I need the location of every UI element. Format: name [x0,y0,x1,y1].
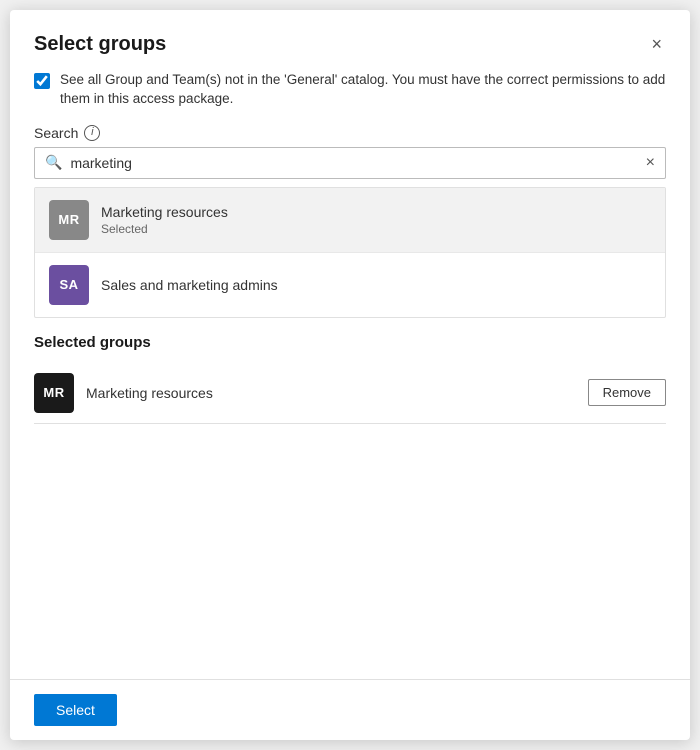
remove-button-mr[interactable]: Remove [588,379,666,406]
select-groups-dialog: Select groups × See all Group and Team(s… [10,10,690,740]
dialog-body: See all Group and Team(s) not in the 'Ge… [10,71,690,679]
search-input[interactable] [70,155,637,171]
clear-icon: × [646,154,655,172]
see-all-groups-label: See all Group and Team(s) not in the 'Ge… [60,71,666,109]
info-icon[interactable]: i [84,125,100,141]
search-label: Search [34,125,78,141]
avatar-mr: MR [49,200,89,240]
dialog-footer: Select [10,679,690,740]
selected-groups-section: Selected groups MR Marketing resources R… [34,334,666,679]
close-icon: × [651,34,662,55]
search-label-row: Search i [34,125,666,141]
result-status-mr: Selected [101,222,228,236]
result-info-mr: Marketing resources Selected [101,204,228,236]
dialog-title: Select groups [34,33,166,56]
result-item-marketing-resources[interactable]: MR Marketing resources Selected [35,188,665,253]
result-info-sa: Sales and marketing admins [101,277,278,293]
result-name-sa: Sales and marketing admins [101,277,278,293]
selected-group-item-mr: MR Marketing resources Remove [34,363,666,424]
search-box: 🔍 × [34,147,666,179]
see-all-groups-row: See all Group and Team(s) not in the 'Ge… [34,71,666,109]
select-button[interactable]: Select [34,694,117,726]
dialog-header: Select groups × [10,10,690,71]
result-item-sales-marketing-admins[interactable]: SA Sales and marketing admins [35,253,665,317]
search-icon: 🔍 [45,154,62,171]
clear-search-button[interactable]: × [646,154,655,172]
selected-groups-title: Selected groups [34,334,666,351]
result-name-mr: Marketing resources [101,204,228,220]
search-section: Search i 🔍 × [34,125,666,179]
see-all-groups-checkbox[interactable] [34,73,50,89]
selected-group-name-mr: Marketing resources [86,385,576,401]
close-button[interactable]: × [647,30,666,59]
selected-avatar-mr: MR [34,373,74,413]
results-list: MR Marketing resources Selected SA Sales… [34,187,666,318]
avatar-sa: SA [49,265,89,305]
